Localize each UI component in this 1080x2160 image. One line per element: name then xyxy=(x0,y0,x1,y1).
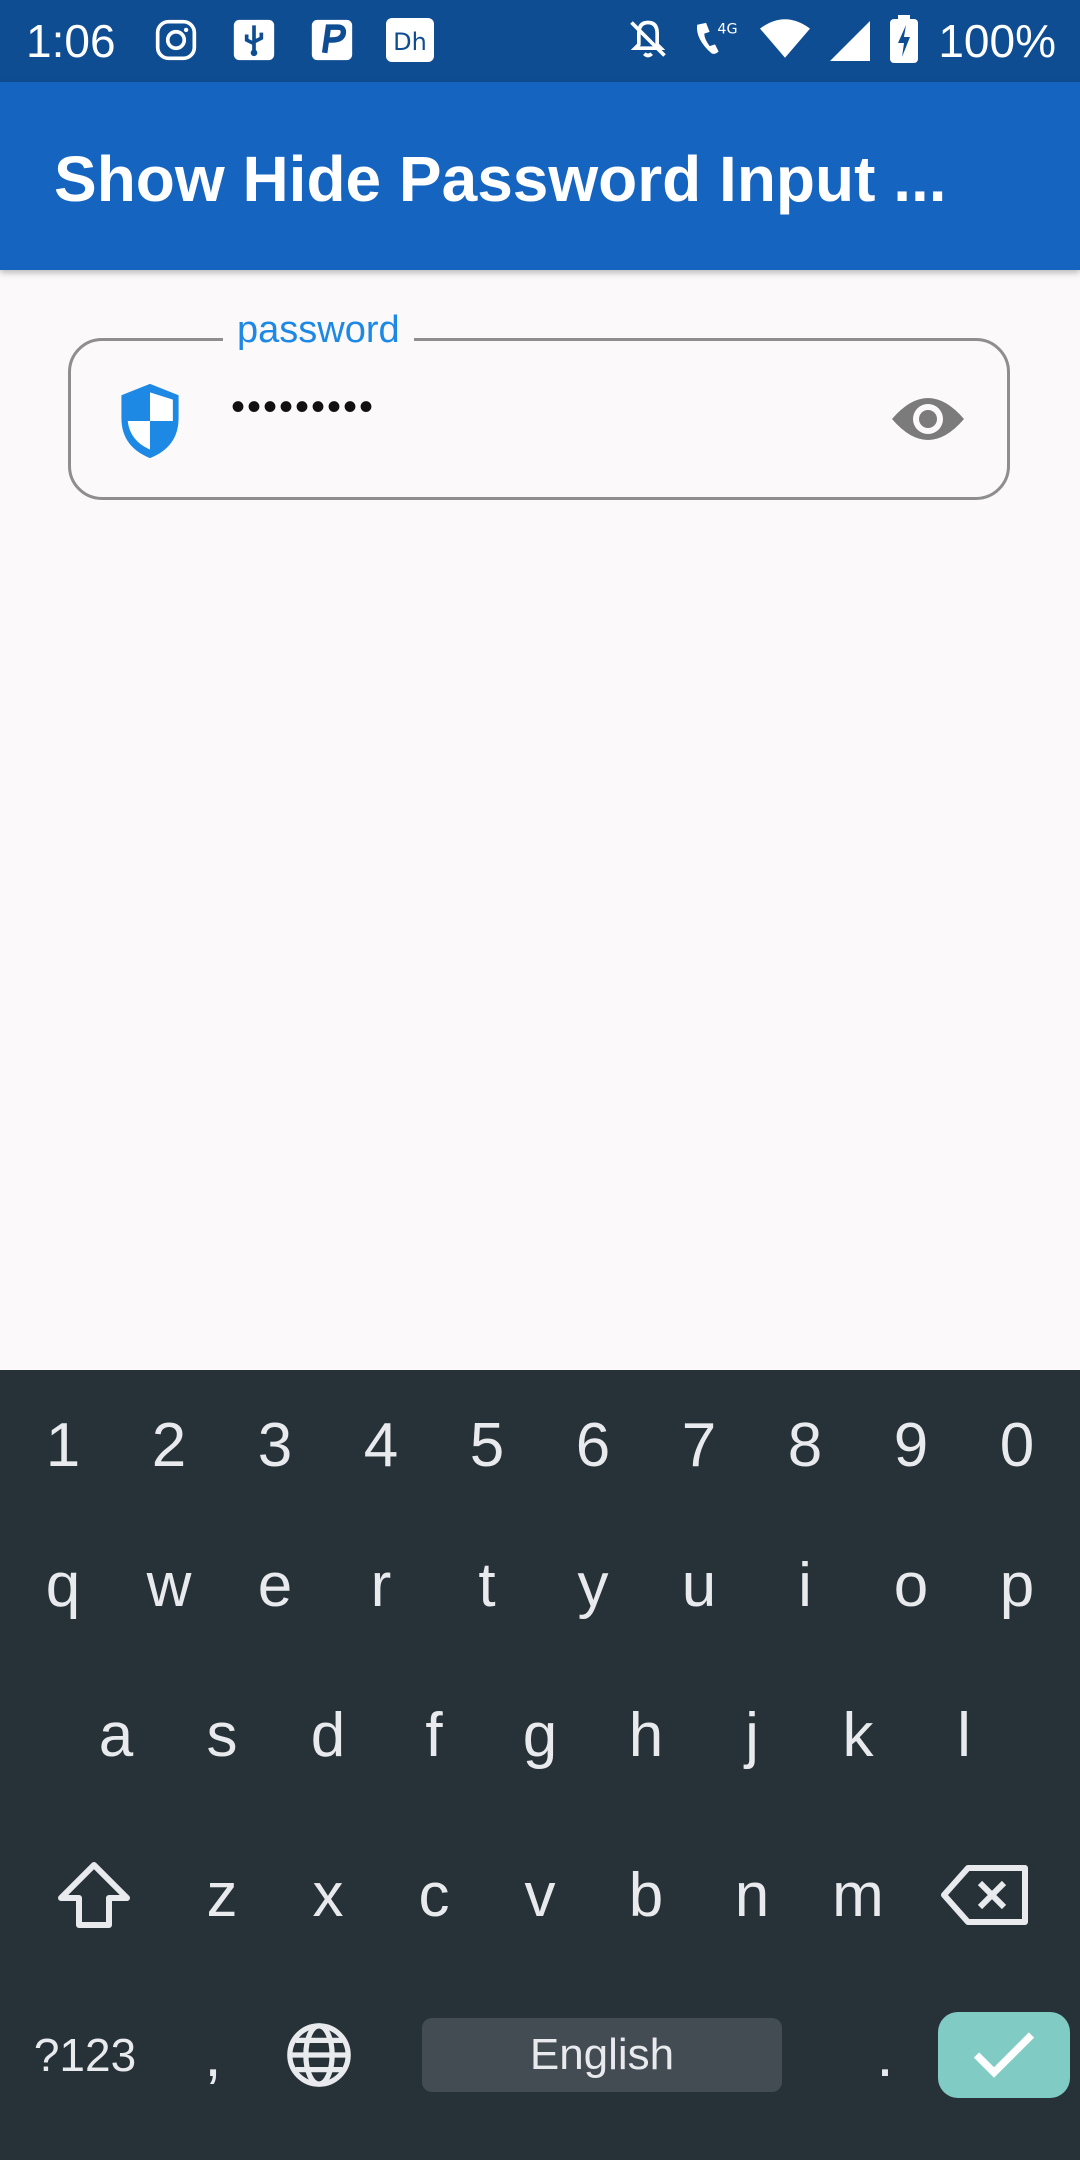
key-c[interactable]: c xyxy=(381,1830,487,1960)
password-field[interactable]: password ••••••••• xyxy=(68,309,1010,500)
page-title: Show Hide Password Input ... xyxy=(54,143,947,215)
app-bar: Show Hide Password Input ... xyxy=(0,82,1080,270)
key-t[interactable]: t xyxy=(434,1520,540,1650)
keyboard-row-q: q w e r t y u i o p xyxy=(0,1520,1080,1650)
key-u[interactable]: u xyxy=(646,1520,752,1650)
key-b[interactable]: b xyxy=(593,1830,699,1960)
call-4g-icon: 4G xyxy=(690,17,740,66)
keyboard-row-z: z x c v b n m xyxy=(0,1830,1080,1960)
password-field-label: password xyxy=(223,309,414,352)
keyboard-row-bottom: ?123 , English . xyxy=(0,1990,1080,2120)
shift-icon xyxy=(58,1862,130,1928)
space-key[interactable]: English xyxy=(422,2018,782,2092)
keyboard-row-a: a s d f g h j k l xyxy=(0,1670,1080,1800)
key-f[interactable]: f xyxy=(381,1670,487,1800)
comma-key[interactable]: , xyxy=(160,1990,266,2120)
battery-charging-icon xyxy=(890,14,919,68)
key-m[interactable]: m xyxy=(805,1830,911,1960)
key-9[interactable]: 9 xyxy=(858,1380,964,1510)
usb-icon xyxy=(228,14,280,66)
enter-key[interactable] xyxy=(938,2012,1070,2098)
key-l[interactable]: l xyxy=(911,1670,1017,1800)
keyboard-row-numbers: 1 2 3 4 5 6 7 8 9 0 xyxy=(0,1380,1080,1510)
system-icons: 4G 100% xyxy=(626,14,1056,68)
key-k[interactable]: k xyxy=(805,1670,911,1800)
notification-icons: Dh xyxy=(150,14,436,66)
shield-icon xyxy=(115,381,185,461)
checkmark-icon xyxy=(973,2032,1035,2078)
key-7[interactable]: 7 xyxy=(646,1380,752,1510)
status-bar: 1:06 Dh 4G 100% xyxy=(0,0,1080,82)
key-i[interactable]: i xyxy=(752,1520,858,1650)
key-6[interactable]: 6 xyxy=(540,1380,646,1510)
key-s[interactable]: s xyxy=(169,1670,275,1800)
key-p[interactable]: p xyxy=(964,1520,1070,1650)
key-o[interactable]: o xyxy=(858,1520,964,1650)
key-h[interactable]: h xyxy=(593,1670,699,1800)
key-x[interactable]: x xyxy=(275,1830,381,1960)
key-g[interactable]: g xyxy=(487,1670,593,1800)
status-time: 1:06 xyxy=(26,15,116,67)
key-r[interactable]: r xyxy=(328,1520,434,1650)
password-input[interactable]: ••••••••• xyxy=(231,385,375,430)
key-1[interactable]: 1 xyxy=(10,1380,116,1510)
eye-icon[interactable] xyxy=(889,391,967,447)
key-0[interactable]: 0 xyxy=(964,1380,1070,1510)
key-y[interactable]: y xyxy=(540,1520,646,1650)
p-icon xyxy=(306,14,358,66)
svg-text:4G: 4G xyxy=(718,21,738,37)
key-8[interactable]: 8 xyxy=(752,1380,858,1510)
dh-icon: Dh xyxy=(384,14,436,66)
globe-icon xyxy=(287,2023,351,2087)
key-2[interactable]: 2 xyxy=(116,1380,222,1510)
wifi-icon xyxy=(760,17,811,66)
key-e[interactable]: e xyxy=(222,1520,328,1650)
key-3[interactable]: 3 xyxy=(222,1380,328,1510)
key-q[interactable]: q xyxy=(10,1520,116,1650)
language-key[interactable] xyxy=(266,1990,372,2120)
key-w[interactable]: w xyxy=(116,1520,222,1650)
instagram-icon xyxy=(150,14,202,66)
symbols-key[interactable]: ?123 xyxy=(10,1990,160,2120)
key-a[interactable]: a xyxy=(63,1670,169,1800)
period-key[interactable]: . xyxy=(832,1990,938,2120)
soft-keyboard: 1 2 3 4 5 6 7 8 9 0 q w e r t y u i o p … xyxy=(0,1370,1080,2160)
key-v[interactable]: v xyxy=(487,1830,593,1960)
mute-icon xyxy=(626,17,670,66)
backspace-key[interactable] xyxy=(911,1830,1061,1960)
svg-text:Dh: Dh xyxy=(393,28,427,56)
key-d[interactable]: d xyxy=(275,1670,381,1800)
key-z[interactable]: z xyxy=(169,1830,275,1960)
backspace-icon xyxy=(941,1865,1028,1925)
key-n[interactable]: n xyxy=(699,1830,805,1960)
signal-icon xyxy=(830,17,871,66)
battery-percent: 100% xyxy=(938,15,1056,67)
key-4[interactable]: 4 xyxy=(328,1380,434,1510)
key-5[interactable]: 5 xyxy=(434,1380,540,1510)
key-j[interactable]: j xyxy=(699,1670,805,1800)
shift-key[interactable] xyxy=(19,1830,169,1960)
